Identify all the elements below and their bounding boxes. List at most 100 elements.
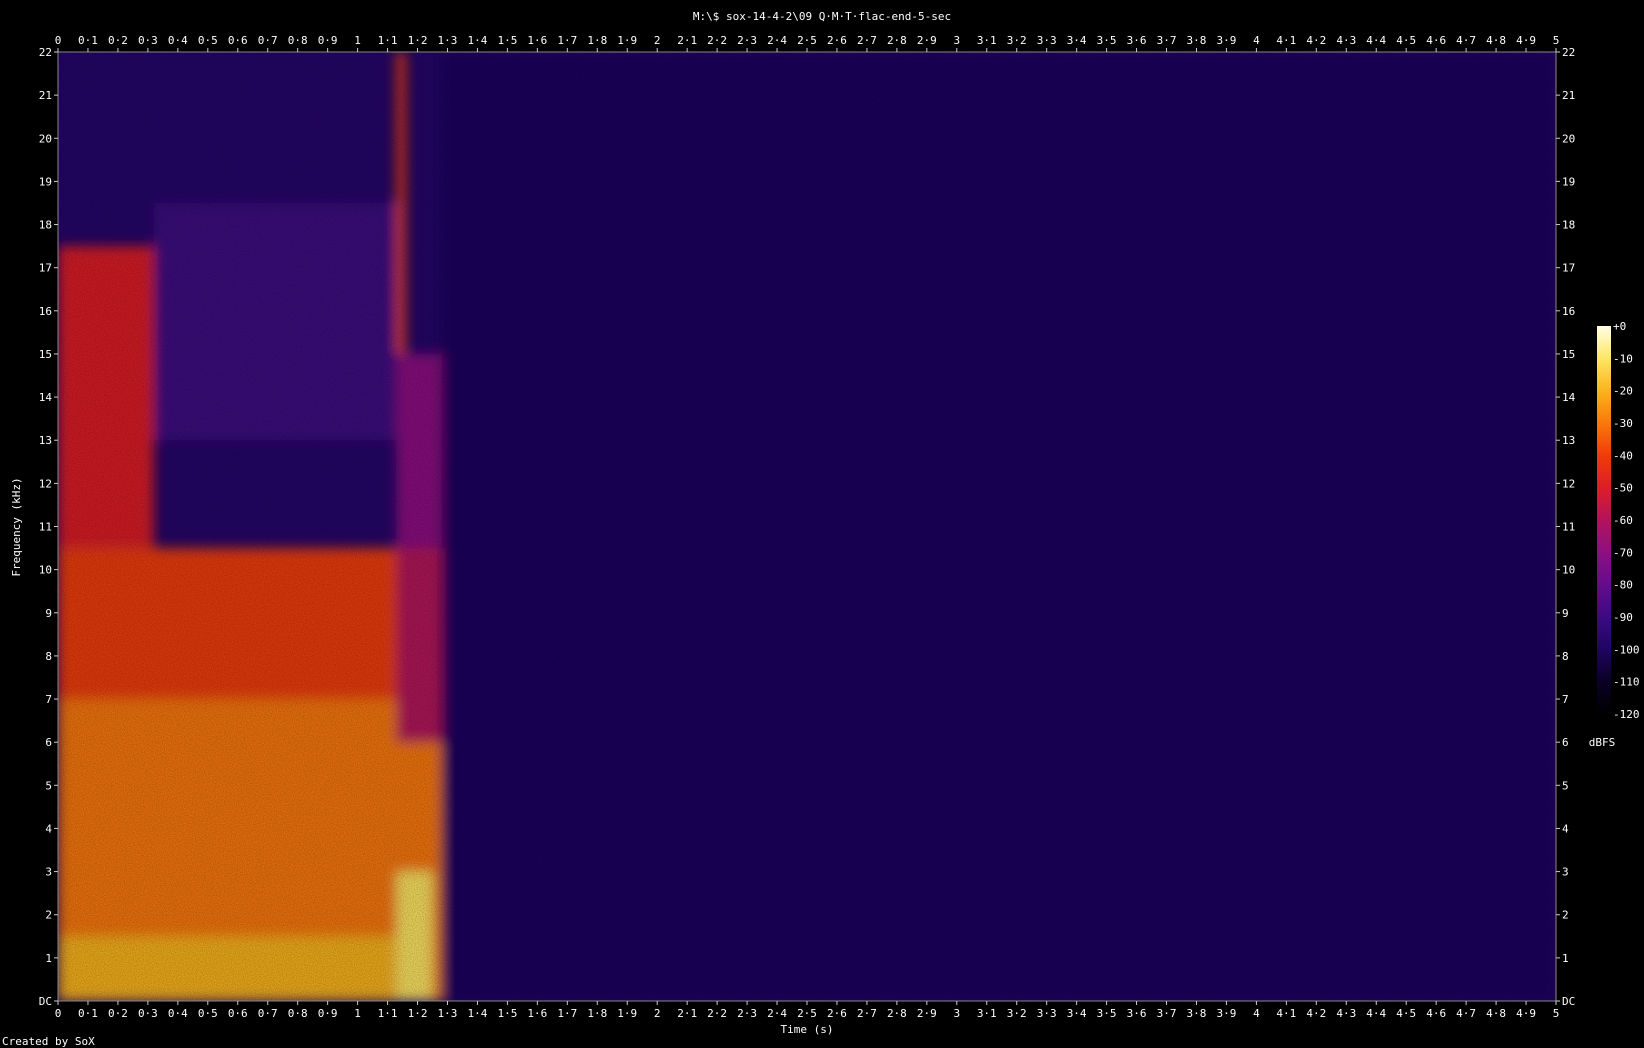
x-tick-label-bottom: 2·8 — [887, 1007, 907, 1020]
colorbar-tick-label: -10 — [1613, 352, 1633, 365]
x-tick-label-top: 1·6 — [527, 34, 547, 47]
x-tick-label-bottom: 0·1 — [78, 1007, 98, 1020]
x-tick-label-bottom: 1·5 — [497, 1007, 517, 1020]
y-tick-label-right: 13 — [1562, 434, 1575, 447]
y-tick-label-right: 10 — [1562, 564, 1575, 577]
y-tick-label-right: 11 — [1562, 521, 1575, 534]
colorbar-label: dBFS — [1589, 736, 1616, 749]
x-tick-label-top: 4·5 — [1396, 34, 1416, 47]
x-tick-label-bottom: 4·2 — [1306, 1007, 1326, 1020]
x-tick-label-bottom: 4·3 — [1336, 1007, 1356, 1020]
x-tick-label-bottom: 2 — [654, 1007, 661, 1020]
x-tick-label-bottom: 1·6 — [527, 1007, 547, 1020]
x-tick-label-bottom: 2·7 — [857, 1007, 877, 1020]
x-tick-label-top: 2·5 — [797, 34, 817, 47]
x-tick-label-bottom: 1·9 — [617, 1007, 637, 1020]
y-tick-label-right: 6 — [1562, 736, 1569, 749]
x-tick-label-bottom: 3·5 — [1097, 1007, 1117, 1020]
x-tick-label-bottom: 4 — [1253, 1007, 1260, 1020]
x-tick-label-bottom: 3·6 — [1127, 1007, 1147, 1020]
y-tick-label-left: 6 — [45, 736, 52, 749]
y-tick-label-right: DC — [1562, 995, 1575, 1008]
colorbar-tick-label: -30 — [1613, 417, 1633, 430]
x-tick-label-top: 2·4 — [767, 34, 787, 47]
y-tick-label-right: 5 — [1562, 779, 1569, 792]
x-tick-label-top: 2·6 — [827, 34, 847, 47]
x-tick-label-top: 1·2 — [408, 34, 428, 47]
x-tick-label-top: 2·1 — [677, 34, 697, 47]
x-tick-label-bottom: 5 — [1553, 1007, 1560, 1020]
y-tick-label-left: 7 — [45, 693, 52, 706]
x-tick-label-top: 1·3 — [438, 34, 458, 47]
y-tick-label-left: 15 — [39, 348, 52, 361]
x-tick-label-bottom: 1 — [354, 1007, 361, 1020]
x-tick-label-top: 1·5 — [497, 34, 517, 47]
colorbar-tick-label: -60 — [1613, 514, 1633, 527]
x-tick-label-bottom: 4·5 — [1396, 1007, 1416, 1020]
x-tick-label-top: 3·4 — [1067, 34, 1087, 47]
y-tick-label-left: 17 — [39, 262, 52, 275]
x-tick-label-top: 2·9 — [917, 34, 937, 47]
x-tick-label-bottom: 2·9 — [917, 1007, 937, 1020]
x-tick-label-bottom: 2·3 — [737, 1007, 757, 1020]
x-tick-label-top: 0·7 — [258, 34, 278, 47]
y-tick-label-left: 19 — [39, 175, 52, 188]
y-tick-label-left: 5 — [45, 779, 52, 792]
y-tick-label-right: 2 — [1562, 909, 1569, 922]
x-tick-label-top: 4·3 — [1336, 34, 1356, 47]
y-axis-label: Frequency (kHz) — [10, 477, 23, 576]
x-tick-label-top: 4·6 — [1426, 34, 1446, 47]
y-tick-label-right: 4 — [1562, 822, 1569, 835]
x-tick-label-top: 0·5 — [198, 34, 218, 47]
y-tick-label-right: 18 — [1562, 219, 1575, 232]
y-tick-label-left: 14 — [39, 391, 53, 404]
y-tick-label-left: 21 — [39, 89, 52, 102]
x-tick-label-top: 1 — [354, 34, 361, 47]
colorbar-ticks: +0 -10 -20 -30 -40 -50 -60 -70 -80 -90 -100 -110 -12… — [1613, 320, 1640, 721]
x-tick-label-bottom: 0·2 — [108, 1007, 128, 1020]
y-tick-label-right: 12 — [1562, 477, 1575, 490]
x-tick-label-bottom: 3·1 — [977, 1007, 997, 1020]
colorbar-tick-label: -100 — [1613, 643, 1640, 656]
x-axis-label: Time (s) — [781, 1023, 834, 1036]
x-tick-label-top: 2·2 — [707, 34, 727, 47]
y-tick-label-left: 3 — [45, 866, 52, 879]
y-tick-label-left: 10 — [39, 564, 52, 577]
colorbar-tick-label: -40 — [1613, 449, 1633, 462]
y-tick-label-right: 9 — [1562, 607, 1569, 620]
x-tick-label-bottom: 0·9 — [318, 1007, 338, 1020]
x-tick-label-top: 3·6 — [1127, 34, 1147, 47]
x-tick-label-bottom: 1·4 — [468, 1007, 488, 1020]
x-tick-label-bottom: 0 — [55, 1007, 62, 1020]
y-tick-label-left: 2 — [45, 909, 52, 922]
x-tick-label-bottom: 0·7 — [258, 1007, 278, 1020]
x-tick-label-bottom: 4·4 — [1366, 1007, 1386, 1020]
y-tick-label-left: 16 — [39, 305, 52, 318]
x-tick-label-top: 5 — [1553, 34, 1560, 47]
x-tick-label-top: 3·1 — [977, 34, 997, 47]
x-tick-label-top: 1·1 — [378, 34, 398, 47]
chart-title: M:\$ sox-14-4-2\09 Q·M·T·flac-end-5-sec — [693, 10, 951, 23]
y-tick-label-right: 15 — [1562, 348, 1575, 361]
x-tick-label-bottom: 2·4 — [767, 1007, 787, 1020]
x-tick-label-bottom: 1·8 — [587, 1007, 607, 1020]
x-tick-label-top: 0·4 — [168, 34, 188, 47]
x-tick-label-top: 2·8 — [887, 34, 907, 47]
x-tick-label-top: 0·1 — [78, 34, 98, 47]
x-tick-label-bottom: 4·7 — [1456, 1007, 1476, 1020]
y-tick-label-right: 16 — [1562, 305, 1575, 318]
y-tick-label-right: 19 — [1562, 175, 1575, 188]
y-tick-label-right: 22 — [1562, 46, 1575, 59]
noise-texture — [58, 52, 1556, 1001]
colorbar-tick-label: -110 — [1613, 676, 1640, 689]
y-tick-label-left: 8 — [45, 650, 52, 663]
colorbar-tick-label: +0 — [1613, 320, 1626, 333]
colorbar-tick-label: -120 — [1613, 708, 1640, 721]
x-tick-label-bottom: 3·8 — [1187, 1007, 1207, 1020]
y-tick-label-right: 7 — [1562, 693, 1569, 706]
x-tick-label-bottom: 0·3 — [138, 1007, 158, 1020]
x-tick-label-bottom: 0·5 — [198, 1007, 218, 1020]
y-tick-label-right: 14 — [1562, 391, 1576, 404]
y-tick-label-right: 20 — [1562, 132, 1575, 145]
x-tick-label-bottom: 2·5 — [797, 1007, 817, 1020]
